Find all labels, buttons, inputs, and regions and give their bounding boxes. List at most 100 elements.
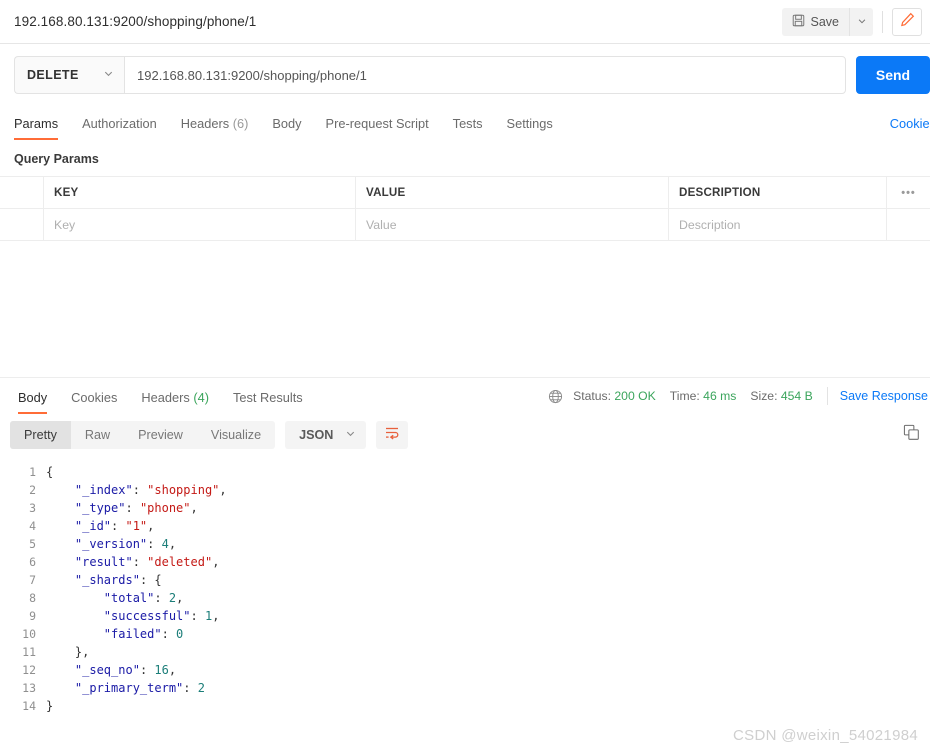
save-button[interactable]: Save bbox=[781, 7, 849, 36]
code-token-pun: }, bbox=[74, 645, 90, 659]
response-tab-body[interactable]: Body bbox=[6, 391, 59, 414]
table-header-row: KEY VALUE DESCRIPTION ••• bbox=[0, 177, 930, 209]
word-wrap-button[interactable] bbox=[376, 421, 409, 449]
code-line-text: { bbox=[46, 463, 53, 481]
response-tab-headers[interactable]: Headers (4) bbox=[129, 391, 221, 414]
code-line: 5 "_version": 4, bbox=[0, 535, 930, 553]
response-tab-test-results[interactable]: Test Results bbox=[221, 391, 315, 414]
code-token-num: 4 bbox=[161, 537, 169, 551]
status-code-label: Status: 200 OK bbox=[573, 389, 656, 403]
floppy-disk-icon bbox=[792, 14, 805, 30]
code-line-text: }, bbox=[46, 643, 89, 661]
request-tab-pre-request-script[interactable]: Pre-request Script bbox=[314, 116, 441, 140]
request-tab-headers[interactable]: Headers (6) bbox=[169, 116, 261, 140]
save-response-button[interactable]: Save Response bbox=[840, 389, 928, 403]
save-options-button[interactable] bbox=[849, 7, 873, 36]
code-line-text: "total": 2, bbox=[46, 589, 184, 607]
line-number: 3 bbox=[29, 501, 36, 515]
code-token-pun: , bbox=[168, 537, 177, 551]
response-header-bar: Body Cookies Headers (4) Test Results St… bbox=[0, 377, 930, 414]
line-number: 14 bbox=[22, 699, 36, 713]
response-language-label: JSON bbox=[299, 428, 334, 442]
response-language-select[interactable]: JSON bbox=[285, 421, 367, 449]
view-tab-preview[interactable]: Preview bbox=[124, 421, 197, 449]
http-method-select[interactable]: DELETE bbox=[14, 56, 124, 94]
code-line-text: "successful": 1, bbox=[46, 607, 220, 625]
globe-icon bbox=[548, 389, 563, 404]
code-token-key: "_primary_term" bbox=[74, 681, 184, 695]
send-button[interactable]: Send bbox=[856, 56, 930, 94]
code-token-str: "phone" bbox=[139, 501, 191, 515]
url-input[interactable] bbox=[124, 56, 846, 94]
edit-request-button[interactable] bbox=[892, 7, 922, 36]
line-number: 10 bbox=[22, 627, 36, 641]
response-time-label: Time: 46 ms bbox=[670, 389, 737, 403]
response-size-value: 454 B bbox=[780, 389, 813, 403]
code-token-pun: : bbox=[183, 681, 198, 695]
request-tab-label: Authorization bbox=[82, 116, 157, 131]
request-tab-count: (6) bbox=[232, 116, 249, 131]
request-title: 192.168.80.131:9200/shopping/phone/1 bbox=[14, 14, 257, 29]
status-code-value: 200 OK bbox=[614, 389, 656, 403]
code-token-pun: : { bbox=[139, 573, 162, 587]
code-token-pun: : bbox=[125, 501, 140, 515]
view-tab-pretty[interactable]: Pretty bbox=[10, 421, 71, 449]
request-tab-label: Settings bbox=[506, 116, 553, 131]
header-checkbox-cell bbox=[0, 177, 44, 208]
copy-icon bbox=[903, 424, 920, 446]
line-number: 8 bbox=[29, 591, 36, 605]
more-options-icon[interactable]: ••• bbox=[901, 187, 916, 199]
view-tab-raw[interactable]: Raw bbox=[71, 421, 124, 449]
request-tab-params[interactable]: Params bbox=[14, 116, 70, 140]
param-value-input[interactable]: Value bbox=[356, 209, 669, 240]
code-line-text: "_index": "shopping", bbox=[46, 481, 227, 499]
table-options-cell: ••• bbox=[887, 177, 930, 208]
code-line-text: "_id": "1", bbox=[46, 517, 155, 535]
code-line-text: "result": "deleted", bbox=[46, 553, 220, 571]
word-wrap-icon bbox=[384, 425, 400, 446]
size-label-text: Size: bbox=[750, 389, 778, 403]
response-body-code[interactable]: 1{2 "_index": "shopping", 3 "_type": "pho… bbox=[0, 457, 930, 715]
line-number: 4 bbox=[29, 519, 36, 533]
request-tab-tests[interactable]: Tests bbox=[441, 116, 495, 140]
code-token-pun: : bbox=[132, 555, 148, 569]
copy-response-button[interactable] bbox=[900, 424, 922, 446]
status-divider bbox=[826, 387, 828, 405]
row-checkbox-cell[interactable] bbox=[0, 209, 44, 240]
code-line: 11 }, bbox=[0, 643, 930, 661]
response-tab-cookies[interactable]: Cookies bbox=[59, 391, 129, 414]
code-token-pun: : bbox=[111, 519, 126, 533]
line-number: 9 bbox=[29, 609, 36, 623]
request-cookies-link[interactable]: Cookies bbox=[890, 116, 930, 131]
line-number: 12 bbox=[22, 663, 36, 677]
code-token-str: "shopping" bbox=[147, 483, 220, 497]
response-view-segmented-control: Pretty Raw Preview Visualize bbox=[10, 421, 276, 449]
request-tab-label: Tests bbox=[452, 116, 483, 131]
chevron-down-icon bbox=[103, 66, 114, 84]
code-line-text: "_type": "phone", bbox=[46, 499, 198, 517]
url-bar: DELETE Send bbox=[0, 44, 930, 106]
view-tab-visualize[interactable]: Visualize bbox=[197, 421, 275, 449]
time-label-text: Time: bbox=[669, 389, 700, 403]
code-line: 12 "_seq_no": 16, bbox=[0, 661, 930, 679]
postman-window: 192.168.80.131:9200/shopping/phone/1 Sav… bbox=[0, 0, 930, 752]
request-tab-settings[interactable]: Settings bbox=[495, 116, 565, 140]
header-divider bbox=[882, 10, 883, 33]
code-token-pun: , bbox=[190, 501, 198, 515]
param-key-input[interactable]: Key bbox=[44, 209, 356, 240]
param-description-input[interactable]: Description bbox=[669, 209, 887, 240]
code-token-key: "_seq_no" bbox=[74, 663, 140, 677]
code-token-num: 16 bbox=[154, 663, 169, 677]
code-token-key: "_version" bbox=[74, 537, 148, 551]
code-token-key: "total" bbox=[103, 591, 155, 605]
code-token-pun: , bbox=[176, 591, 184, 605]
request-tab-body[interactable]: Body bbox=[260, 116, 313, 140]
code-line: 14} bbox=[0, 697, 930, 715]
line-number: 5 bbox=[29, 537, 36, 551]
table-row: Key Value Description bbox=[0, 209, 930, 241]
chevron-down-icon bbox=[345, 426, 356, 444]
response-size-label: Size: 454 B bbox=[750, 389, 812, 403]
request-tab-authorization[interactable]: Authorization bbox=[70, 116, 169, 140]
code-token-pun: } bbox=[46, 699, 54, 713]
save-button-label: Save bbox=[810, 14, 840, 29]
